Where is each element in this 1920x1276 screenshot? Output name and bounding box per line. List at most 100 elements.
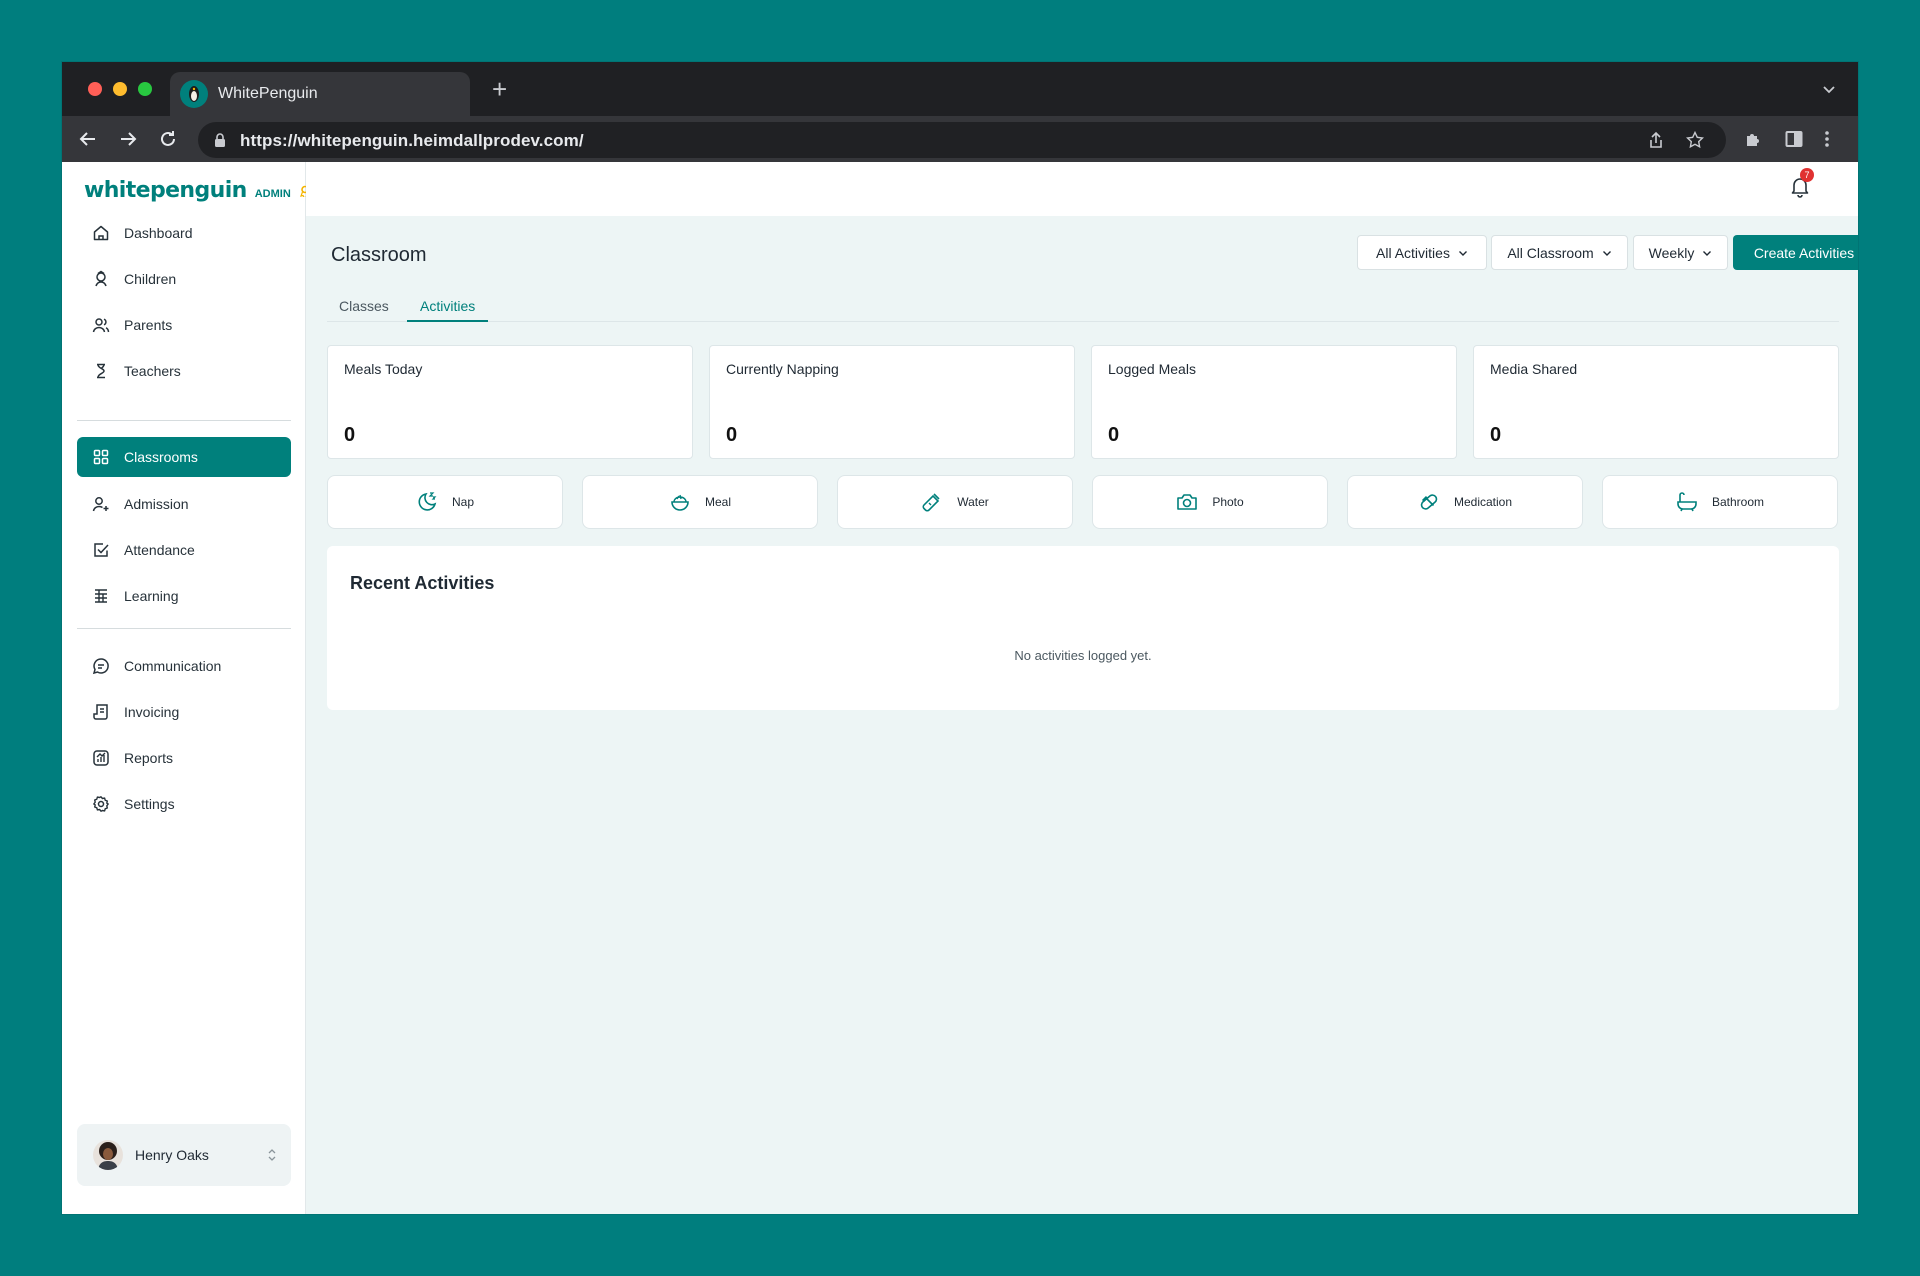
medication-activity-button[interactable]: Medication — [1347, 475, 1583, 529]
water-activity-button[interactable]: Water — [837, 475, 1073, 529]
sidebar-item-attendance[interactable]: Attendance — [77, 530, 291, 570]
dropdown-label: All Classroom — [1507, 244, 1594, 261]
notification-count-badge: 7 — [1800, 168, 1814, 182]
stat-value: 0 — [1490, 424, 1502, 446]
chat-icon — [92, 658, 109, 675]
bathroom-activity-button[interactable]: Bathroom — [1602, 475, 1838, 529]
sidebar-item-label: Teachers — [124, 363, 181, 379]
water-bottle-icon — [922, 493, 940, 512]
activity-label: Meal — [704, 495, 731, 509]
tab-classes[interactable]: Classes — [339, 298, 389, 314]
pill-icon — [1420, 494, 1438, 510]
stat-card-currently-napping: Currently Napping 0 — [709, 345, 1075, 459]
address-bar[interactable]: https://whitepenguin.heimdallprodev.com/ — [198, 122, 1726, 158]
lock-icon — [214, 133, 226, 147]
penguin-favicon-icon — [180, 80, 208, 108]
activities-filter-dropdown[interactable]: All Activities — [1357, 235, 1487, 270]
sidebar-item-label: Dashboard — [124, 225, 193, 241]
classroom-tabs: Classes Activities — [327, 290, 1839, 322]
meal-icon — [671, 494, 689, 511]
dropdown-label: Weekly — [1648, 244, 1695, 261]
share-icon[interactable] — [1647, 131, 1665, 149]
activity-label: Medication — [1453, 495, 1513, 509]
admin-badge: ADMIN — [254, 188, 291, 200]
sidebar-item-label: Classrooms — [124, 449, 198, 465]
sidebar-item-settings[interactable]: Settings — [77, 784, 291, 824]
users-icon — [92, 318, 110, 333]
sidebar-divider — [77, 628, 291, 629]
browser-toolbar: https://whitepenguin.heimdallprodev.com/ — [62, 116, 1858, 162]
teacher-icon — [97, 363, 105, 379]
logo-text: whitepenguin — [84, 178, 247, 203]
active-tab-indicator — [407, 320, 488, 322]
url-text: https://whitepenguin.heimdallprodev.com/ — [240, 131, 584, 150]
chevron-down-icon — [1703, 250, 1712, 256]
page-title: Classroom — [331, 244, 427, 266]
sidebar-item-children[interactable]: Children — [77, 259, 291, 299]
sidebar-item-parents[interactable]: Parents — [77, 305, 291, 345]
stat-label: Logged Meals — [1108, 361, 1196, 377]
sidebar-divider — [77, 420, 291, 421]
child-icon — [95, 270, 107, 287]
grid-icon — [93, 449, 109, 465]
sidebar-item-dashboard[interactable]: Dashboard — [77, 213, 291, 253]
dropdown-label: All Activities — [1376, 244, 1450, 261]
create-activities-button[interactable]: Create Activities — [1733, 235, 1858, 270]
sidebar-item-label: Parents — [124, 317, 173, 333]
chart-icon — [93, 750, 109, 766]
extensions-puzzle-icon[interactable] — [1744, 129, 1764, 149]
app-topbar: 7 — [306, 162, 1858, 216]
stat-card-meals-today: Meals Today 0 — [327, 345, 693, 459]
period-filter-dropdown[interactable]: Weekly — [1633, 235, 1728, 270]
stat-card-logged-meals: Logged Meals 0 — [1091, 345, 1457, 459]
forward-arrow-icon[interactable] — [118, 129, 138, 149]
back-arrow-icon[interactable] — [78, 129, 98, 149]
check-square-icon — [94, 543, 109, 557]
meal-activity-button[interactable]: Meal — [582, 475, 818, 529]
close-window-button[interactable] — [88, 82, 102, 96]
new-tab-button[interactable]: + — [492, 76, 507, 102]
tab-title: WhitePenguin — [218, 85, 318, 102]
bookmark-star-icon[interactable] — [1686, 131, 1704, 149]
learning-icon — [95, 589, 107, 603]
sidebar-item-reports[interactable]: Reports — [77, 738, 291, 778]
sidebar-item-learning[interactable]: Learning — [77, 576, 291, 616]
recent-activities-title: Recent Activities — [350, 573, 495, 593]
nap-icon — [418, 492, 437, 511]
chevron-down-icon — [1458, 250, 1467, 256]
more-menu-icon[interactable] — [1824, 129, 1830, 149]
chevron-down-icon — [1602, 250, 1611, 256]
sidebar-item-invoicing[interactable]: Invoicing — [77, 692, 291, 732]
photo-activity-button[interactable]: Photo — [1092, 475, 1328, 529]
avatar — [93, 1140, 123, 1170]
sidebar-item-label: Admission — [124, 496, 189, 512]
activity-label: Nap — [451, 495, 474, 509]
sidebar-item-label: Communication — [124, 658, 222, 674]
sidebar-item-teachers[interactable]: Teachers — [77, 351, 291, 391]
sidebar-item-classrooms[interactable]: Classrooms — [77, 437, 291, 477]
create-activities-label: Create Activities — [1753, 244, 1855, 261]
classroom-filter-dropdown[interactable]: All Classroom — [1491, 235, 1628, 270]
chevron-up-down-icon — [268, 1149, 276, 1161]
app-root: whitepenguin ADMIN Dashboard Children Pa… — [62, 162, 1858, 1214]
brand-logo[interactable]: whitepenguin ADMIN — [84, 178, 311, 203]
reload-icon[interactable] — [158, 129, 178, 149]
minimize-window-button[interactable] — [113, 82, 127, 96]
nap-activity-button[interactable]: Nap — [327, 475, 563, 529]
side-panel-icon[interactable] — [1784, 129, 1804, 149]
stat-label: Currently Napping — [726, 361, 839, 377]
bathtub-icon — [1677, 492, 1697, 512]
sidebar-item-admission[interactable]: Admission — [77, 484, 291, 524]
tab-list-chevron-icon[interactable] — [1822, 82, 1836, 96]
activity-label: Bathroom — [1711, 495, 1765, 509]
sidebar-item-label: Attendance — [124, 542, 195, 558]
user-menu[interactable]: Henry Oaks — [77, 1124, 291, 1186]
browser-titlebar: WhitePenguin + — [62, 62, 1858, 116]
tab-activities[interactable]: Activities — [420, 298, 475, 314]
maximize-window-button[interactable] — [138, 82, 152, 96]
browser-tab[interactable]: WhitePenguin — [170, 72, 470, 116]
stat-label: Meals Today — [344, 361, 423, 377]
stat-card-media-shared: Media Shared 0 — [1473, 345, 1839, 459]
sidebar-item-communication[interactable]: Communication — [77, 646, 291, 686]
empty-state-text: No activities logged yet. — [1014, 648, 1152, 663]
